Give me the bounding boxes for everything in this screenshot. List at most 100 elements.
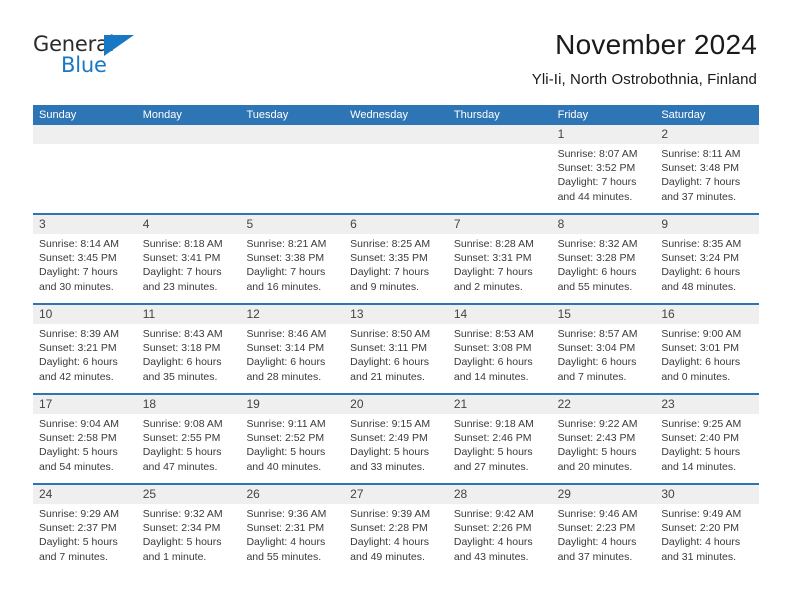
- daylight-duration-line-2: and 14 minutes.: [453, 370, 529, 383]
- sunset-time: Sunset: 3:48 PM: [661, 162, 739, 175]
- calendar-day-cell[interactable]: 29 Sunrise: 9:46 AM Sunset: 2:23 PM Dayligh…: [552, 485, 656, 573]
- calendar-day-cell[interactable]: 25 Sunrise: 9:32 AM Sunset: 2:34 PM Dayligh…: [137, 485, 241, 573]
- daylight-duration-line-2: and 44 minutes.: [557, 190, 633, 203]
- weekday-header-tuesday: Tuesday: [246, 109, 289, 121]
- day-number: 8: [557, 217, 565, 231]
- sunrise-time: Sunrise: 9:25 AM: [661, 418, 742, 430]
- day-details: Sunrise: 8:18 AM Sunset: 3:41 PM Daylight:…: [143, 237, 235, 294]
- calendar-day-cell-empty: [33, 125, 137, 213]
- calendar-day-cell[interactable]: 7 Sunrise: 8:28 AM Sunset: 3:31 PM Daylight…: [448, 215, 552, 303]
- daylight-duration-line-2: and 37 minutes.: [557, 550, 633, 563]
- calendar-day-cell[interactable]: 23 Sunrise: 9:25 AM Sunset: 2:40 PM Dayligh…: [655, 395, 759, 483]
- daylight-duration-line-2: and 37 minutes.: [661, 190, 737, 203]
- calendar-day-cell[interactable]: 15 Sunrise: 8:57 AM Sunset: 3:04 PM Dayligh…: [552, 305, 656, 393]
- calendar-day-cell[interactable]: 28 Sunrise: 9:42 AM Sunset: 2:26 PM Dayligh…: [448, 485, 552, 573]
- calendar-day-cell[interactable]: 9 Sunrise: 8:35 AM Sunset: 3:24 PM Daylight…: [655, 215, 759, 303]
- daylight-duration-line-2: and 9 minutes.: [350, 280, 420, 293]
- sunrise-time: Sunrise: 9:42 AM: [453, 508, 534, 520]
- calendar-day-cell[interactable]: 1 Sunrise: 8:07 AM Sunset: 3:52 PM Daylight…: [552, 125, 656, 213]
- calendar-day-cell[interactable]: 27 Sunrise: 9:39 AM Sunset: 2:28 PM Dayligh…: [344, 485, 448, 573]
- sunrise-time: Sunrise: 8:50 AM: [350, 328, 431, 340]
- daylight-duration-line-1: Daylight: 6 hours: [453, 356, 533, 369]
- calendar-day-cell[interactable]: 8 Sunrise: 8:32 AM Sunset: 3:28 PM Daylight…: [552, 215, 656, 303]
- calendar-day-cell[interactable]: 18 Sunrise: 9:08 AM Sunset: 2:55 PM Dayligh…: [137, 395, 241, 483]
- calendar-day-cell[interactable]: 5 Sunrise: 8:21 AM Sunset: 3:38 PM Daylight…: [240, 215, 344, 303]
- day-number: 15: [557, 307, 571, 321]
- daylight-duration-line-2: and 1 minute.: [142, 550, 207, 563]
- daylight-duration-line-1: Daylight: 6 hours: [661, 266, 741, 279]
- calendar-day-cell[interactable]: 3 Sunrise: 8:14 AM Sunset: 3:45 PM Daylight…: [33, 215, 137, 303]
- day-number: 10: [39, 307, 53, 321]
- daylight-duration-line-2: and 31 minutes.: [661, 550, 737, 563]
- sunrise-time: Sunrise: 8:32 AM: [557, 238, 638, 250]
- general-blue-logo[interactable]: General Blue: [33, 33, 183, 85]
- daylight-duration-line-2: and 55 minutes.: [557, 280, 633, 293]
- sunrise-time: Sunrise: 9:49 AM: [661, 508, 742, 520]
- sunset-time: Sunset: 3:28 PM: [557, 252, 636, 265]
- daylight-duration-line-1: Daylight: 5 hours: [350, 446, 429, 459]
- logo-triangle-icon: [104, 35, 134, 56]
- calendar-day-cell[interactable]: 14 Sunrise: 8:53 AM Sunset: 3:08 PM Dayligh…: [448, 305, 552, 393]
- day-details: Sunrise: 9:04 AM Sunset: 2:58 PM Daylight:…: [39, 417, 131, 474]
- calendar-week-cells: 3 Sunrise: 8:14 AM Sunset: 3:45 PM Daylight…: [33, 215, 759, 303]
- sunrise-time: Sunrise: 9:04 AM: [39, 418, 119, 430]
- daylight-duration-line-1: Daylight: 7 hours: [453, 266, 533, 279]
- calendar-week-row: 3 Sunrise: 8:14 AM Sunset: 3:45 PM Daylight…: [33, 213, 759, 303]
- calendar-day-cell[interactable]: 22 Sunrise: 9:22 AM Sunset: 2:43 PM Dayligh…: [552, 395, 656, 483]
- calendar-day-cell[interactable]: 21 Sunrise: 9:18 AM Sunset: 2:46 PM Dayligh…: [448, 395, 552, 483]
- calendar-day-cell[interactable]: 11 Sunrise: 8:43 AM Sunset: 3:18 PM Dayligh…: [137, 305, 241, 393]
- weekday-header-friday: Friday: [557, 109, 589, 121]
- calendar-day-cell[interactable]: 17 Sunrise: 9:04 AM Sunset: 2:58 PM Dayligh…: [33, 395, 137, 483]
- daylight-duration-line-1: Daylight: 6 hours: [142, 356, 222, 369]
- calendar-day-cell[interactable]: 20 Sunrise: 9:15 AM Sunset: 2:49 PM Dayligh…: [344, 395, 448, 483]
- day-details: Sunrise: 8:14 AM Sunset: 3:45 PM Daylight:…: [39, 237, 131, 294]
- calendar-day-cell[interactable]: 26 Sunrise: 9:36 AM Sunset: 2:31 PM Dayligh…: [240, 485, 344, 573]
- day-details: Sunrise: 9:25 AM Sunset: 2:40 PM Daylight:…: [661, 417, 753, 474]
- daylight-duration-line-2: and 14 minutes.: [661, 460, 737, 473]
- sunset-time: Sunset: 3:38 PM: [246, 252, 325, 265]
- sunset-time: Sunset: 2:23 PM: [557, 522, 636, 535]
- day-number: 25: [142, 487, 157, 501]
- day-number: 19: [246, 397, 260, 411]
- calendar-day-cell[interactable]: 19 Sunrise: 9:11 AM Sunset: 2:52 PM Dayligh…: [240, 395, 344, 483]
- day-number: 17: [39, 397, 53, 411]
- calendar-day-cell[interactable]: 10 Sunrise: 8:39 AM Sunset: 3:21 PM Dayligh…: [33, 305, 137, 393]
- calendar-day-cell[interactable]: 4 Sunrise: 8:18 AM Sunset: 3:41 PM Daylight…: [137, 215, 241, 303]
- day-details: Sunrise: 9:39 AM Sunset: 2:28 PM Daylight:…: [350, 507, 442, 564]
- calendar-day-cell[interactable]: 13 Sunrise: 8:50 AM Sunset: 3:11 PM Dayligh…: [344, 305, 448, 393]
- day-details: Sunrise: 9:36 AM Sunset: 2:31 PM Daylight:…: [246, 507, 338, 564]
- calendar-weeks: 1 Sunrise: 8:07 AM Sunset: 3:52 PM Daylight…: [33, 125, 759, 573]
- day-details: Sunrise: 9:00 AM Sunset: 3:01 PM Daylight:…: [661, 327, 753, 384]
- sunset-time: Sunset: 2:46 PM: [453, 432, 532, 445]
- calendar-day-cell[interactable]: 2 Sunrise: 8:11 AM Sunset: 3:48 PM Daylight…: [655, 125, 759, 213]
- calendar-week-row: 10 Sunrise: 8:39 AM Sunset: 3:21 PM Dayligh…: [33, 303, 759, 393]
- day-details: Sunrise: 9:49 AM Sunset: 2:20 PM Daylight:…: [661, 507, 753, 564]
- sunset-time: Sunset: 3:08 PM: [453, 342, 532, 355]
- calendar-grid: Sunday Monday Tuesday Wednesday Thursday Frid…: [33, 105, 759, 573]
- sunrise-time: Sunrise: 9:18 AM: [453, 418, 534, 430]
- calendar-day-cell[interactable]: 6 Sunrise: 8:25 AM Sunset: 3:35 PM Daylight…: [344, 215, 448, 303]
- logo-text-blue: Blue: [61, 53, 107, 77]
- daylight-duration-line-2: and 0 minutes.: [661, 370, 731, 383]
- calendar-day-cell[interactable]: 24 Sunrise: 9:29 AM Sunset: 2:37 PM Dayligh…: [33, 485, 137, 573]
- calendar-day-cell[interactable]: 12 Sunrise: 8:46 AM Sunset: 3:14 PM Dayligh…: [240, 305, 344, 393]
- daylight-duration-line-1: Daylight: 5 hours: [39, 446, 118, 459]
- day-details: Sunrise: 9:32 AM Sunset: 2:34 PM Daylight:…: [143, 507, 235, 564]
- sunset-time: Sunset: 3:21 PM: [39, 342, 117, 355]
- sunrise-time: Sunrise: 9:36 AM: [246, 508, 327, 520]
- sunset-time: Sunset: 3:11 PM: [350, 342, 428, 355]
- sunset-time: Sunset: 2:31 PM: [246, 522, 325, 535]
- calendar-day-cell[interactable]: 16 Sunrise: 9:00 AM Sunset: 3:01 PM Dayligh…: [655, 305, 759, 393]
- sunset-time: Sunset: 3:31 PM: [453, 252, 532, 265]
- title-block: November 2024 Yli-Ii, North Ostrobothnia…: [532, 28, 757, 90]
- day-details: Sunrise: 8:57 AM Sunset: 3:04 PM Daylight:…: [558, 327, 650, 384]
- sunrise-time: Sunrise: 8:53 AM: [453, 328, 534, 340]
- day-number: 24: [39, 487, 53, 501]
- sunrise-time: Sunrise: 9:08 AM: [142, 418, 223, 430]
- sunset-time: Sunset: 3:01 PM: [661, 342, 739, 355]
- day-details: Sunrise: 8:32 AM Sunset: 3:28 PM Daylight:…: [558, 237, 650, 294]
- calendar-day-cell[interactable]: 30 Sunrise: 9:49 AM Sunset: 2:20 PM Dayligh…: [655, 485, 759, 573]
- daylight-duration-line-1: Daylight: 5 hours: [142, 536, 222, 549]
- page-title: November 2024: [555, 29, 757, 60]
- daylight-duration-line-1: Daylight: 7 hours: [39, 266, 118, 279]
